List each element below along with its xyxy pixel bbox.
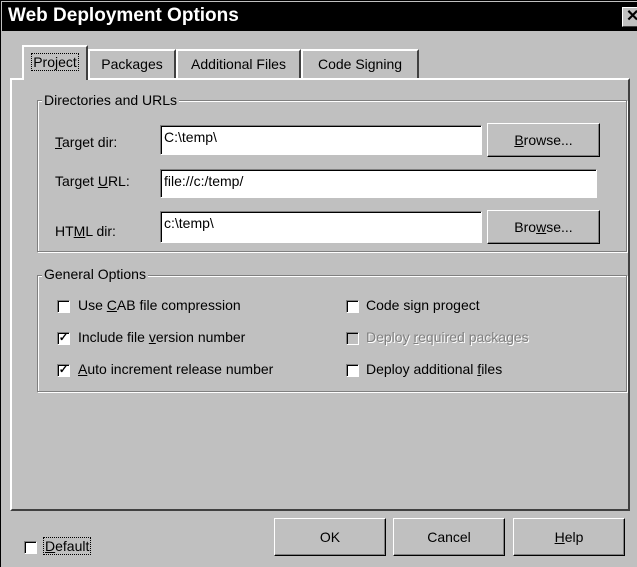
ok-button[interactable]: OK <box>274 518 386 556</box>
title-bar[interactable]: Web Deployment Options ✕ <box>2 2 637 31</box>
tab-code-signing[interactable]: Code Signing <box>301 49 419 78</box>
default-label[interactable]: Default <box>43 537 92 555</box>
target-dir-label: Target dir: <box>55 134 118 150</box>
cancel-button[interactable]: Cancel <box>393 518 505 556</box>
deploy-packages-checkbox <box>346 332 359 345</box>
code-sign-label[interactable]: Code sign progect <box>366 297 480 313</box>
general-options-legend: General Options <box>42 266 148 282</box>
cab-compression-checkbox[interactable] <box>57 300 70 313</box>
deploy-additional-label[interactable]: Deploy additional files <box>366 361 502 377</box>
tab-additional-files[interactable]: Additional Files <box>176 49 301 78</box>
dialog-window: Web Deployment Options ✕ Project Package… <box>0 0 637 567</box>
html-dir-input[interactable]: c:\temp\ <box>160 211 482 243</box>
close-icon: ✕ <box>626 8 637 25</box>
html-dir-browse-button[interactable]: Browse... <box>487 210 600 244</box>
deploy-additional-checkbox[interactable] <box>346 364 359 377</box>
target-dir-input[interactable]: C:\temp\ <box>160 125 482 155</box>
code-sign-checkbox[interactable] <box>346 300 359 313</box>
tab-packages-label: Packages <box>101 56 163 72</box>
tab-project[interactable]: Project <box>22 45 88 80</box>
directories-legend: Directories and URLs <box>42 92 180 108</box>
default-checkbox[interactable] <box>24 541 37 554</box>
tab-project-label: Project <box>31 53 79 71</box>
tab-panel-project: Directories and URLs Target dir: C:\temp… <box>10 78 630 511</box>
tab-packages[interactable]: Packages <box>88 49 176 78</box>
tab-additional-files-label: Additional Files <box>191 56 286 72</box>
target-url-input[interactable]: file://c:/temp/ <box>160 169 597 198</box>
auto-increment-label[interactable]: Auto increment release number <box>78 361 273 377</box>
version-number-checkbox[interactable]: ✓ <box>57 332 70 345</box>
version-number-label[interactable]: Include file version number <box>78 329 245 345</box>
html-dir-label: HTML dir: <box>55 223 116 239</box>
deploy-packages-label: Deploy required packages <box>366 329 529 345</box>
cab-compression-label[interactable]: Use CAB file compression <box>78 297 241 313</box>
tab-code-signing-label: Code Signing <box>317 56 403 72</box>
auto-increment-checkbox[interactable]: ✓ <box>57 364 70 377</box>
target-dir-browse-button[interactable]: Browse... <box>487 123 600 157</box>
help-button[interactable]: Help <box>513 518 625 556</box>
close-button[interactable]: ✕ <box>622 7 637 27</box>
window-title: Web Deployment Options <box>8 5 239 26</box>
target-url-label: Target URL: <box>55 173 130 189</box>
